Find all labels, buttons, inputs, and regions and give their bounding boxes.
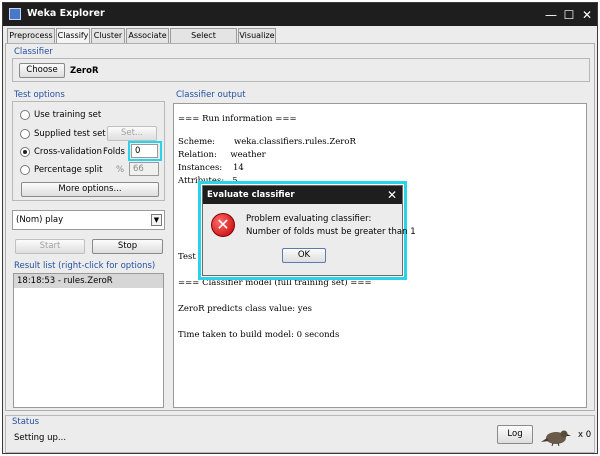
folds-highlight [128,141,162,161]
tab-classify[interactable]: Classify [56,28,90,44]
start-button[interactable]: Start [15,239,85,254]
classifier-section-title: Classifier [14,47,53,57]
supplied-test-set-label: Supplied test set [34,129,106,139]
folds-label: Folds [103,147,125,157]
chevron-down-icon[interactable]: ▼ [151,214,162,226]
more-options-button[interactable]: More options... [21,182,159,197]
set-test-set-button[interactable]: Set... [107,126,157,141]
output-line: Instances: 14 [178,163,244,173]
evaluate-classifier-dialog: Evaluate classifier ✕ ✕ Problem evaluati… [202,185,416,276]
class-attribute-select[interactable]: (Nom) play ▼ [12,210,165,230]
percent-sign: % [116,165,125,175]
tab-select-attributes[interactable]: Select attributes [170,28,237,53]
supplied-test-set-radio[interactable] [20,129,30,139]
dialog-title: Evaluate classifier [203,186,402,204]
result-list-section-title: Result list (right-click for options) [14,261,156,271]
error-icon: ✕ [211,213,235,237]
use-training-set-label: Use training set [34,110,102,120]
stop-button[interactable]: Stop [92,239,163,254]
status-section-title: Status [12,417,40,427]
percentage-input[interactable]: 66 [129,162,159,176]
weka-bird-icon[interactable] [541,428,571,446]
tab-visualize[interactable]: Visualize [238,28,276,43]
classifier-name: ZeroR [70,66,99,76]
result-list[interactable]: 18:18:53 - rules.ZeroR [13,273,164,408]
weka-app-icon [9,8,21,20]
cross-validation-radio[interactable] [20,147,30,157]
output-line: Test [178,252,196,262]
tab-preprocess[interactable]: Preprocess [7,28,55,43]
use-training-set-radio[interactable] [20,110,30,120]
test-options-section-title: Test options [14,90,65,100]
dialog-message-line1: Problem evaluating classifier: [246,214,372,224]
radio-selected-dot [23,150,27,154]
choose-button[interactable]: Choose [19,63,65,78]
dialog-close-icon[interactable]: ✕ [387,187,397,203]
weka-explorer-window: Weka Explorer — ☐ ✕ Preprocess Classify … [2,2,598,454]
ok-button[interactable]: OK [282,248,326,263]
class-attribute-value: (Nom) play [16,215,64,225]
percentage-split-label: Percentage split [34,165,103,175]
result-list-item[interactable]: 18:18:53 - rules.ZeroR [14,274,163,288]
output-line: === Run information === [178,114,297,124]
percentage-split-radio[interactable] [20,165,30,175]
title-bar: Weka Explorer — ☐ ✕ [3,3,597,26]
close-icon[interactable]: ✕ [579,7,595,23]
cross-validation-label: Cross-validation [34,147,102,157]
log-button[interactable]: Log [497,425,533,444]
status-text: Setting up... [14,433,67,443]
output-line: Relation: weather [178,150,266,160]
minimize-icon[interactable]: — [543,7,559,23]
window-title: Weka Explorer [27,8,105,19]
tab-cluster[interactable]: Cluster [91,28,125,43]
maximize-icon[interactable]: ☐ [561,7,577,23]
output-line: Time taken to build model: 0 seconds [178,330,340,340]
output-line: ZeroR predicts class value: yes [178,304,312,314]
output-line: Scheme: weka.classifiers.rules.ZeroR [178,137,356,147]
classifier-output-section-title: Classifier output [176,90,246,100]
task-count: x 0 [578,430,592,440]
tab-associate[interactable]: Associate [126,28,169,43]
status-group: Status Setting up... Log x 0 [5,415,595,453]
dialog-message-line2: Number of folds must be greater than 1 [246,227,416,237]
